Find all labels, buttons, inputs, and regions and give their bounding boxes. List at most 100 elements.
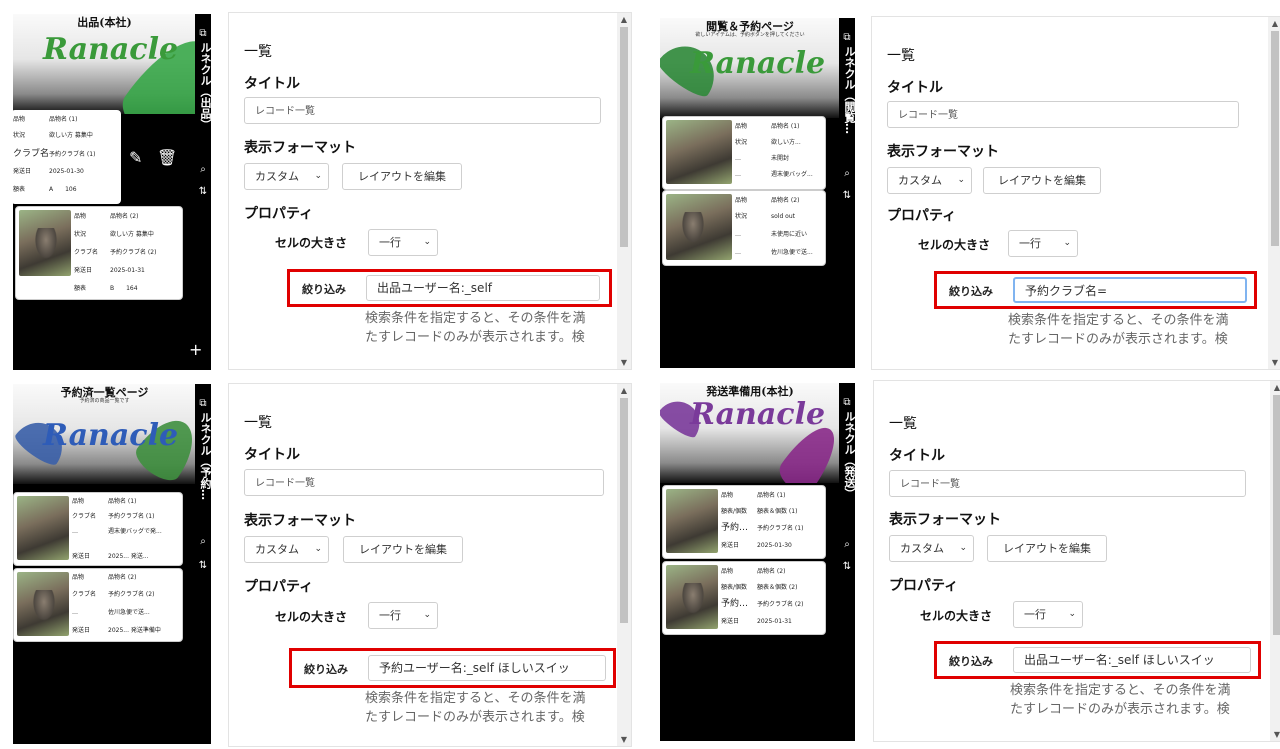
sort-icon[interactable]: ⇅ [197,560,209,572]
filter-help-text: 検索条件を指定すると、その条件を満たすレコードのみが表示されます。検 [1008,313,1229,347]
cell-size-select[interactable]: 一行 ⌄ [368,229,438,256]
filter-label: 絞り込み [949,285,993,298]
filter-help-text: 検索条件を指定すると、その条件を満たすレコードのみが表示されます。検 [365,691,586,725]
title-label: タイトル [889,448,945,464]
list-heading: 一覧 [887,48,915,64]
cell-size-label: セルの大きさ [918,238,991,252]
list-item[interactable]: 品物 品物名 (1) クラブ名 予約クラブ名 (1) … 週末便バッグで発... 発送… [13,492,183,566]
title-label: タイトル [887,80,943,96]
filter-label: 絞り込み [949,655,993,668]
cell-size-select[interactable]: 一行 ⌄ [1013,601,1083,628]
list-item[interactable]: 品物 品物名 (1) 額表/個数 額表＆個数 (1) 予約… 予約クラブ名 (1) 発… [662,485,826,559]
format-label: 表示フォーマット [887,144,999,160]
format-select[interactable]: カスタム ⌄ [244,163,329,190]
filter-input[interactable]: 予約ユーザー名:_self ほしいスイッ [368,655,606,681]
properties-panel: 一覧 タイトル レコード一覧 表示フォーマット カスタム ⌄ レイアウトを編集 プ… [873,380,1280,742]
plus-icon[interactable]: + [189,340,202,359]
sort-icon[interactable]: ⇅ [197,186,209,198]
filter-highlight: 絞り込み 出品ユーザー名:_self ほしいスイッ [934,641,1261,679]
search-icon[interactable]: ⌕ [841,539,853,551]
filter-label: 絞り込み [302,283,346,296]
list-item[interactable]: 品物 品物名 (1) 状況 欲しい方... … 未開封 … 週末便バッグ... [662,116,826,190]
property-label: プロパティ [887,208,957,224]
search-icon[interactable]: ⌕ [841,168,853,180]
header-subtitle: 欲しいアイテムは、予約ボタンを押してください [695,32,805,38]
cell-size-label: セルの大きさ [275,236,348,250]
search-icon[interactable]: ⌕ [197,536,209,548]
search-icon[interactable]: ⌕ [197,164,209,176]
quadrant-bottom-right: 発送準備用(本社) Ranacle ⧉ ルネクル（発送） ⌕ ⇅ 品物 品物名 (… [645,375,1280,749]
list-heading: 一覧 [244,44,272,60]
side-rail: ⧉ ルネクル（閲覧… ⌕ ⇅ [839,18,855,368]
side-rail: ⧉ ルネクル（予約… ⌕ ⇅ [195,384,211,744]
phone-preview: 閲覧＆予約ページ 欲しいアイテムは、予約ボタンを押してください Ranacle … [660,18,855,368]
rail-title: ルネクル（発送） [843,411,855,499]
list-item[interactable]: 品物 品物名 (2) クラブ名 予約クラブ名 (2) … 佐川急便で送... 発送日 2… [13,568,183,642]
side-rail: ⧉ ルネクル（出品） ⌕ ⇅ [195,14,211,370]
filter-highlight: 絞り込み 出品ユーザー名:_self [287,269,612,307]
copy-icon[interactable]: ⧉ [841,32,853,44]
list-item[interactable]: 品物 品物名 (2) 額表/個数 額表＆個数 (2) 予約… 予約クラブ名 (2) 発… [662,561,826,635]
title-input[interactable]: レコード一覧 [244,469,604,496]
trash-icon[interactable]: 🗑 [157,148,177,167]
edit-icon[interactable]: ✎ [129,148,142,167]
cell-size-label: セルの大きさ [275,610,348,624]
quadrant-bottom-left: 予約済一覧ページ 予約済の商品一覧です Ranacle ⧉ ルネクル（予約… ⌕… [0,375,640,749]
scrollbar[interactable]: ▲ ▼ [1270,381,1280,741]
format-label: 表示フォーマット [244,513,356,529]
logo: Ranacle [43,32,179,67]
app-header: 発送準備用(本社) Ranacle [660,383,840,483]
title-input[interactable]: レコード一覧 [244,97,601,124]
sort-icon[interactable]: ⇅ [841,190,853,202]
edit-layout-button[interactable]: レイアウトを編集 [987,535,1107,562]
list-item[interactable]: 品物 品物名 (2) 状況 sold out … 未使用に近い … 佐川急便で送... [662,190,826,266]
copy-icon[interactable]: ⧉ [197,28,209,40]
item-photo [17,572,69,636]
phone-preview: 予約済一覧ページ 予約済の商品一覧です Ranacle ⧉ ルネクル（予約… ⌕… [13,384,211,744]
app-header: 出品(本社) Ranacle [13,14,196,114]
property-label: プロパティ [244,579,314,595]
list-item[interactable]: 品物 品物名 (1) 状況 欲しい方 募集中 クラブ名予約クラブ名 (1) 発送日 2… [13,110,121,204]
cell-size-select[interactable]: 一行 ⌄ [368,602,438,629]
item-photo [17,496,69,560]
filter-highlight: 絞り込み 予約ユーザー名:_self ほしいスイッ [289,648,616,688]
item-photo [666,120,732,184]
cell-size-select[interactable]: 一行 ⌄ [1008,230,1078,257]
app-header: 閲覧＆予約ページ 欲しいアイテムは、予約ボタンを押してください Ranacle [660,18,840,118]
phone-preview: 発送準備用(本社) Ranacle ⧉ ルネクル（発送） ⌕ ⇅ 品物 品物名 (… [660,383,855,741]
property-label: プロパティ [244,206,314,222]
list-heading: 一覧 [244,415,272,431]
filter-input[interactable]: 出品ユーザー名:_self [366,275,600,301]
list-heading: 一覧 [889,416,917,432]
scrollbar[interactable]: ▲ ▼ [1268,17,1280,369]
filter-input[interactable]: 予約クラブ名= [1013,277,1247,303]
filter-label: 絞り込み [304,663,348,676]
item-photo [666,194,732,260]
scrollbar[interactable]: ▲ ▼ [617,384,631,746]
properties-panel: 一覧 タイトル レコード一覧 表示フォーマット カスタム ⌄ レイアウトを編集 プ… [871,16,1280,370]
copy-icon[interactable]: ⧉ [197,398,209,410]
format-label: 表示フォーマット [244,140,356,156]
title-input[interactable]: レコード一覧 [887,101,1239,128]
edit-layout-button[interactable]: レイアウトを編集 [343,536,463,563]
format-select[interactable]: カスタム ⌄ [887,167,972,194]
edit-layout-button[interactable]: レイアウトを編集 [342,163,462,190]
edit-layout-button[interactable]: レイアウトを編集 [983,167,1101,194]
properties-panel: 一覧 タイトル レコード一覧 表示フォーマット カスタム ⌄ レイアウトを編集 プ… [228,12,632,370]
phone-preview: 出品(本社) Ranacle ⧉ ルネクル（出品） ⌕ ⇅ 品物 品物名 (1) … [13,14,211,370]
filter-input[interactable]: 出品ユーザー名:_self ほしいスイッ [1013,647,1251,673]
format-select[interactable]: カスタム ⌄ [244,536,329,563]
sort-icon[interactable]: ⇅ [841,561,853,573]
item-photo [666,489,718,553]
properties-panel: 一覧 タイトル レコード一覧 表示フォーマット カスタム ⌄ レイアウトを編集 プ… [228,383,632,747]
copy-icon[interactable]: ⧉ [841,397,853,409]
list-item[interactable]: 品物 品物名 (2) 状況 欲しい方 募集中 クラブ名 予約クラブ名 (2) 発送日 2… [15,206,183,300]
title-input[interactable]: レコード一覧 [889,470,1246,497]
scrollbar[interactable]: ▲ ▼ [617,13,631,369]
side-rail: ⧉ ルネクル（発送） ⌕ ⇅ [839,383,855,741]
filter-help-text: 検索条件を指定すると、その条件を満たすレコードのみが表示されます。検 [1010,683,1231,717]
format-label: 表示フォーマット [889,512,1001,528]
app-header: 予約済一覧ページ 予約済の商品一覧です Ranacle [13,384,196,484]
title-label: タイトル [244,447,300,463]
format-select[interactable]: カスタム ⌄ [889,535,974,562]
